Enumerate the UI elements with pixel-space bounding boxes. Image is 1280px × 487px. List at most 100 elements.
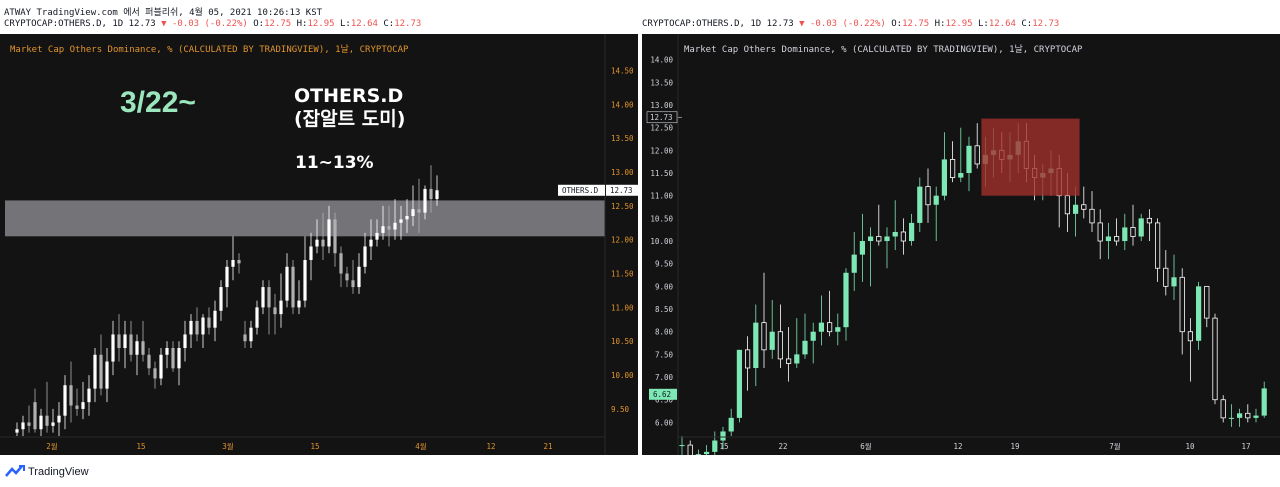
right-last-price-tag: 6.62 [649,388,677,400]
y-tick-label: 11.00 [650,192,673,201]
y-tick-label: 13.50 [650,78,673,87]
y-tick-label: 8.00 [655,328,674,337]
x-tick-label: 15 [310,442,319,451]
candle [81,381,85,420]
candle [1196,281,1202,350]
left-chart-panel[interactable]: 9.50 10.00 10.50 11.00 11.50 12.00 12.50 13.00 1… [0,34,638,455]
candle [153,361,157,389]
candle [712,431,718,455]
y-tick-label: 8.50 [655,305,674,314]
x-tick-label: 10 [1185,442,1195,451]
candle [966,136,972,192]
right-last-price-value: 6.62 [653,390,671,399]
y-tick-label: 14.00 [650,56,673,65]
x-tick-label: 12 [486,442,495,451]
candle [45,381,49,433]
y-tick-label: 10.00 [650,237,673,246]
left-c-label: C: [383,19,395,29]
candle [1220,395,1226,423]
candle [15,422,19,436]
candle [195,307,199,342]
left-change: ▼ -0.03 (-0.22%) [161,19,248,29]
candle [826,290,833,337]
candle [769,299,775,359]
left-chart-svg[interactable]: 9.50 10.00 10.50 11.00 11.50 12.00 12.50 13.00 1… [0,34,638,455]
highlight-box [981,118,1080,196]
y-tick-label: 12.00 [650,146,673,155]
candle [339,246,343,288]
candle [704,445,710,455]
candle [1187,318,1194,382]
candle [333,212,337,267]
candle [892,200,898,251]
candle [851,231,857,291]
candle [728,408,734,436]
left-l-label: L: [339,19,351,29]
candle [1171,254,1177,300]
candle [679,436,685,455]
candle [1228,404,1234,427]
candle [1113,218,1120,246]
y-tick-label: 12.50 [611,202,634,211]
candle [213,300,217,342]
y-tick-label: 10.50 [650,214,673,223]
price-tag-value: 12.73 [610,186,633,195]
tradingview-brand[interactable]: TradingView [28,466,89,478]
current-price-tag: OTHERS.D 12.73 [558,184,638,196]
right-chart-svg[interactable]: 6.006.507.007.508.008.509.009.5010.0010.… [642,34,1280,455]
candle [810,322,816,364]
right-ohlc-line: CRYPTOCAP:OTHERS.D, 1D 12.73 ▼ -0.03 (-0… [642,19,1059,29]
candle [93,348,97,403]
y-tick-label: 13.00 [611,168,634,177]
y-tick-label: 11.00 [611,303,634,312]
y-tick-label: 14.50 [611,66,634,75]
x-tick-label: 2월 [46,441,58,451]
candle [357,253,361,294]
candle [1130,204,1136,246]
y-tick-label: 12.00 [611,236,634,245]
x-tick-label: 15 [719,442,728,451]
right-chart-title: Market Cap Others Dominance, % (CALCULAT… [684,44,1083,55]
candle [69,361,73,423]
y-tick-label: 11.50 [650,169,673,178]
right-change: ▼ -0.03 (-0.22%) [799,19,886,29]
annotation-name-line1: OTHERS.D [294,85,403,107]
candle [63,375,67,430]
candle [99,334,103,396]
left-c-value: 12.73 [394,19,422,29]
left-symbol: CRYPTOCAP:OTHERS.D, 1D 12.73 [4,19,156,29]
right-h-value: 12.95 [945,19,973,29]
left-ohlc-line: CRYPTOCAP:OTHERS.D, 1D 12.73 ▼ -0.03 (-0… [4,19,421,29]
y-tick-label: 9.00 [655,282,674,291]
candle [974,123,980,169]
right-price-tag-value: 12.73 [650,113,673,122]
candle [917,177,923,232]
candle [933,186,939,242]
right-c-label: C: [1021,19,1033,29]
left-h-label: H: [296,19,308,29]
annotation-date: 3/22~ [120,86,196,119]
candle [802,313,808,359]
left-o-label: O: [253,19,265,29]
publish-line: ATWAY TradingView.com 에서 퍼블리쉬, 4월 05, 20… [4,8,323,18]
candle [745,336,751,391]
x-tick-label: 19 [1010,442,1019,451]
candle [1138,213,1144,242]
candle [1097,209,1103,260]
y-tick-label: 13.00 [650,101,673,110]
resistance-zone [5,200,605,237]
candle [835,313,841,346]
x-tick-label: 17 [1241,442,1250,451]
candle [1163,250,1169,296]
candle [165,341,169,369]
candle [1204,285,1210,328]
right-chart-panel[interactable]: 6.00 6.50 7.00 7.50 8.00 8.50 9.00 9.50 10.00 10.… [642,34,1280,455]
right-symbol: CRYPTOCAP:OTHERS.D, 1D 12.73 [642,19,794,29]
candle [39,408,43,436]
annotation-range: 11~13% [295,153,374,173]
candle [1122,213,1128,251]
x-tick-label: 15 [136,442,145,451]
candle [249,320,253,348]
y-tick-label: 7.50 [655,350,674,359]
right-current-price-tag: 12.73 [646,111,678,124]
